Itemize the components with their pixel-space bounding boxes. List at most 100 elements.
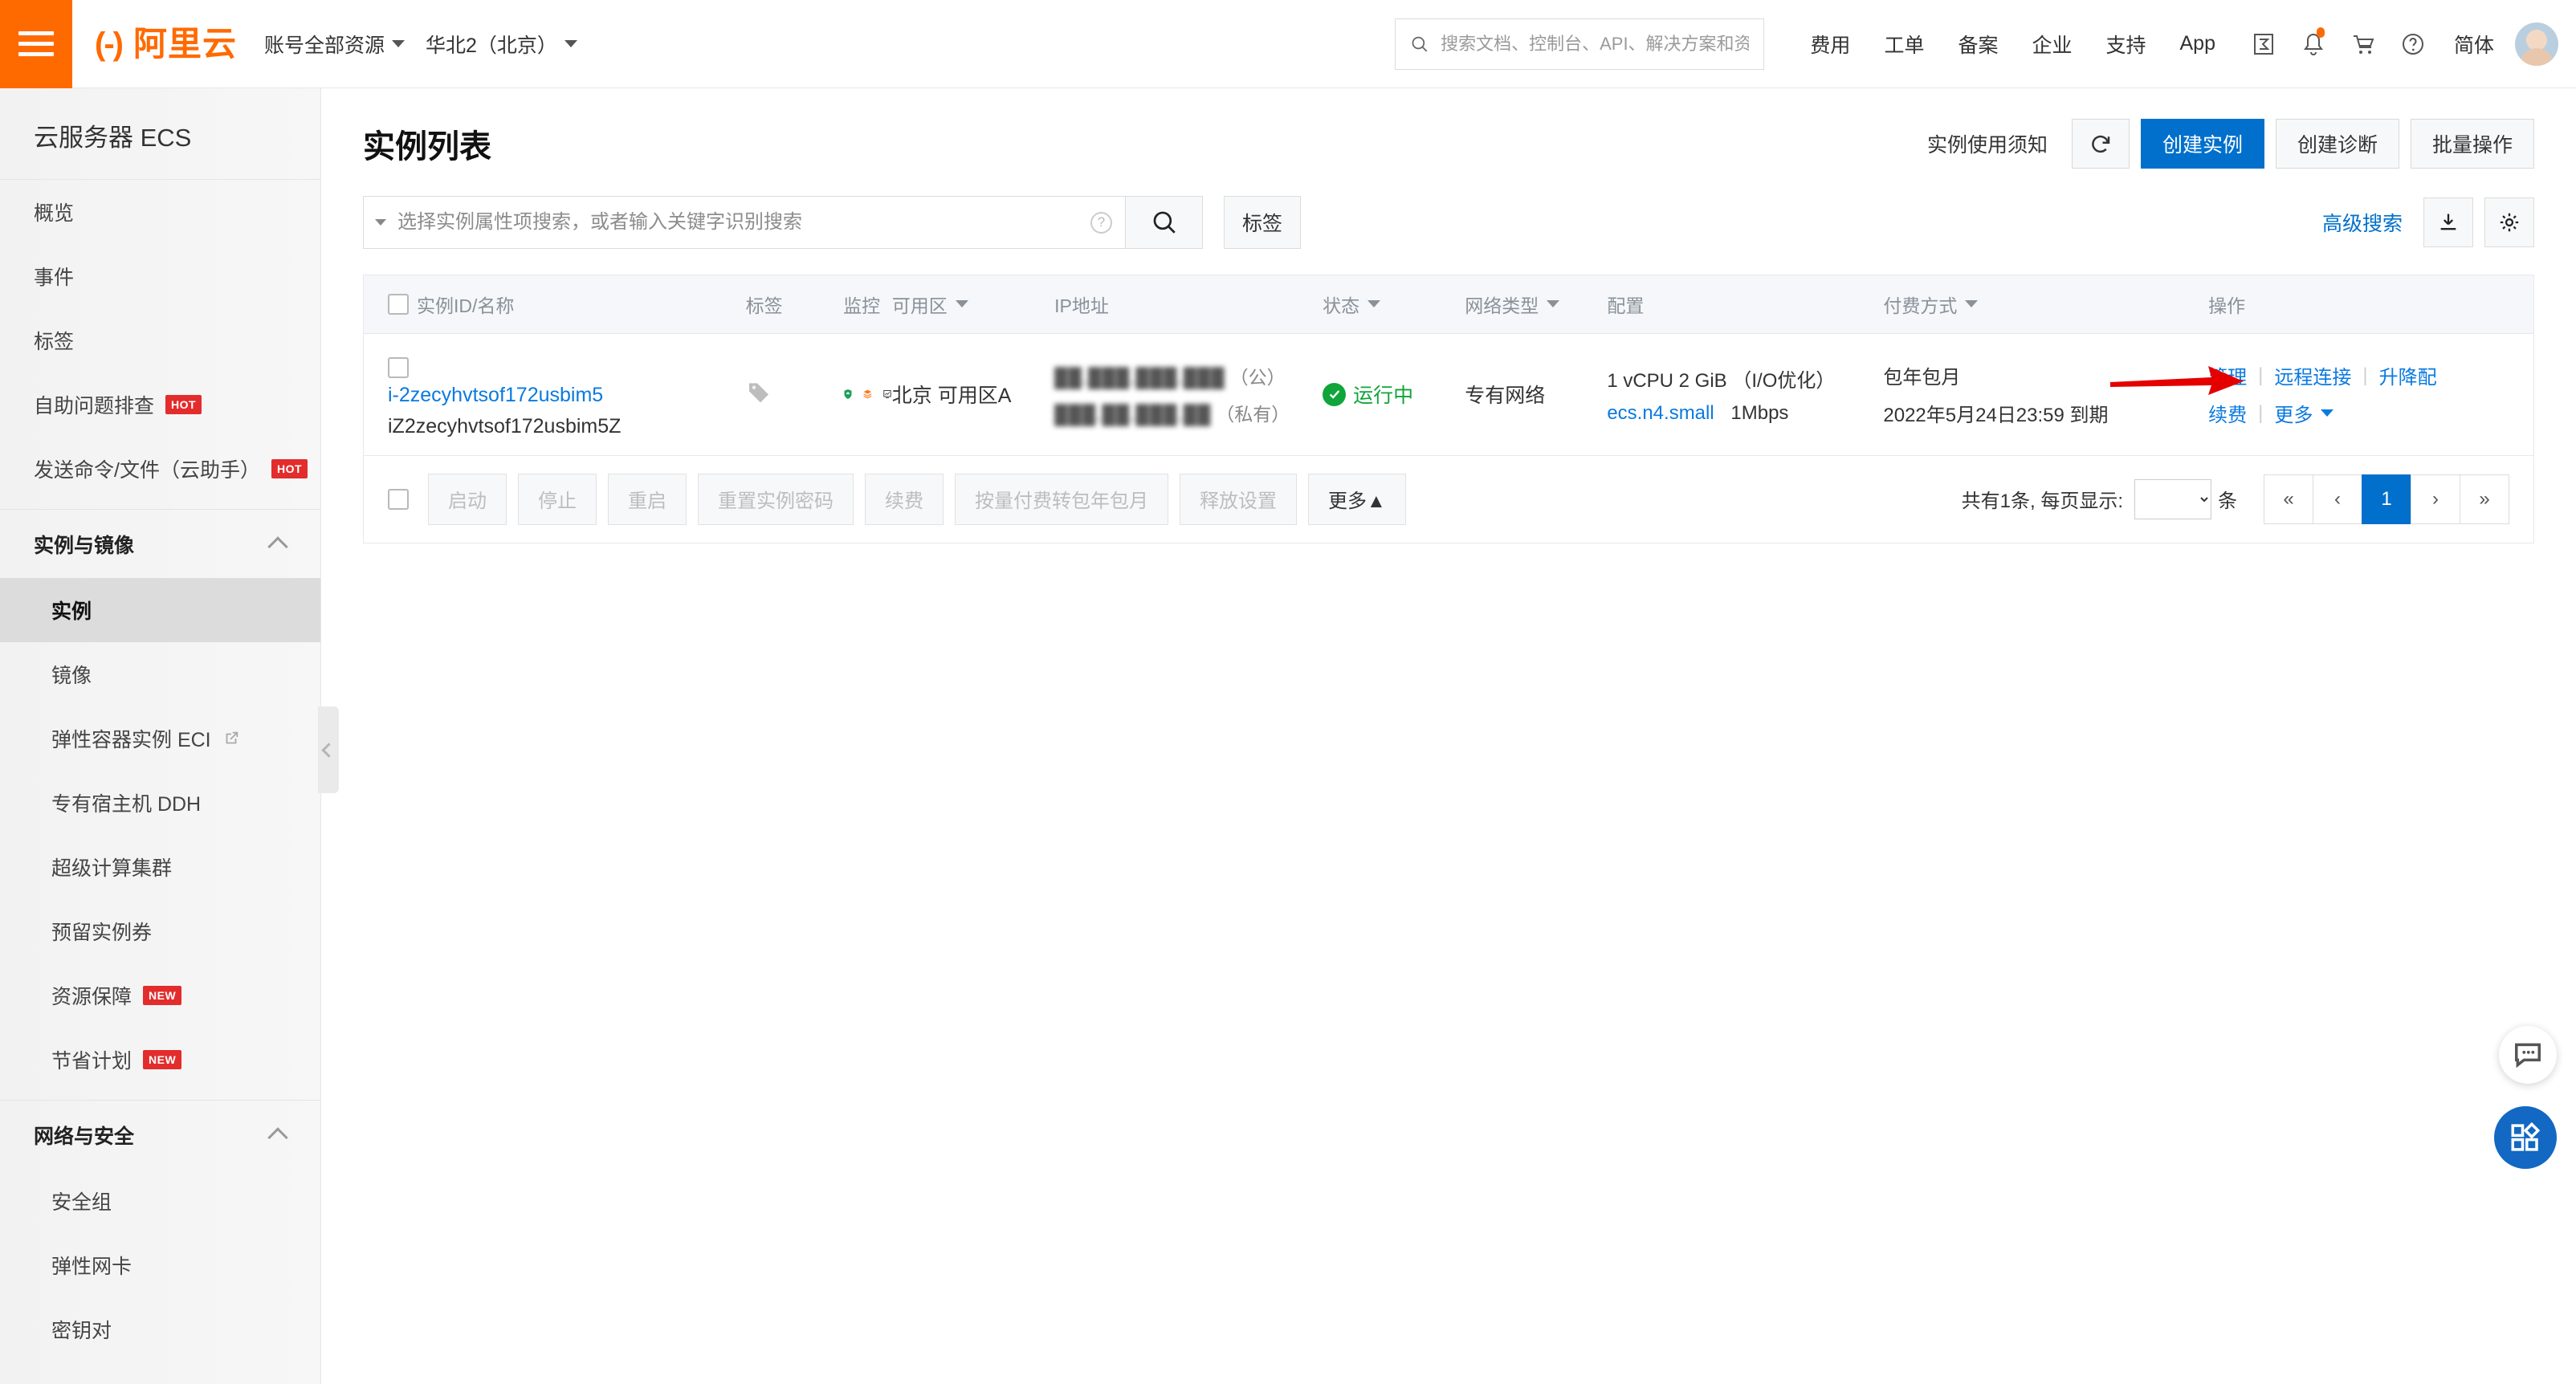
- tag-filter-button[interactable]: 标签: [1224, 196, 1301, 249]
- topbar-link-fees[interactable]: 费用: [1793, 30, 1867, 59]
- sidebar-item-reserved-instance[interactable]: 预留实例券: [0, 899, 320, 963]
- sidebar-item-resource-assurance[interactable]: 资源保障 NEW: [0, 963, 320, 1028]
- search-submit-button[interactable]: [1126, 196, 1203, 249]
- chevron-left-icon: [320, 742, 336, 758]
- avatar-head: [2526, 29, 2547, 51]
- shield-security-icon[interactable]: [843, 381, 853, 407]
- col-tags: 标签: [745, 275, 844, 334]
- help-button[interactable]: [2388, 19, 2438, 69]
- instance-type-link[interactable]: ecs.n4.small: [1607, 402, 1714, 424]
- remote-connect-link[interactable]: 远程连接: [2274, 361, 2351, 389]
- region-selector[interactable]: 华北2（北京）: [426, 30, 577, 59]
- topbar-link-support[interactable]: 支持: [2089, 30, 2162, 59]
- create-diagnosis-button[interactable]: 创建诊断: [2275, 119, 2399, 169]
- sidebar-item-scc[interactable]: 超级计算集群: [0, 835, 320, 899]
- global-search-input[interactable]: [1441, 33, 1750, 55]
- convert-to-subscription-button[interactable]: 按量付费转包年包月: [955, 473, 1168, 525]
- action-links-row1: 管理 | 远程连接 | 升降配: [2208, 361, 2533, 389]
- tag-icon[interactable]: [746, 379, 772, 405]
- instance-usage-notice-link[interactable]: 实例使用须知: [1927, 129, 2048, 158]
- sidebar-item-savings-plan[interactable]: 节省计划 NEW: [0, 1028, 320, 1092]
- sidebar-item-self-troubleshoot[interactable]: 自助问题排查 HOT: [0, 372, 320, 437]
- sidebar-item-ddh[interactable]: 专有宿主机 DDH: [0, 771, 320, 835]
- sidebar-collapse-handle[interactable]: [318, 706, 339, 793]
- expire-text: 2022年5月24日23:59 到期: [1883, 405, 2109, 426]
- topbar-link-app[interactable]: App: [2163, 32, 2232, 55]
- more-button[interactable]: 更多▲: [1308, 473, 1406, 525]
- renew-button[interactable]: 续费: [865, 473, 944, 525]
- sort-caret-icon[interactable]: [1367, 300, 1381, 308]
- select-all-checkbox[interactable]: [388, 293, 409, 315]
- create-instance-button[interactable]: 创建实例: [2140, 119, 2264, 169]
- row-checkbox[interactable]: [388, 356, 409, 378]
- chevron-up-icon: [267, 1127, 288, 1148]
- sidebar-group-network-security[interactable]: 网络与安全: [0, 1100, 320, 1169]
- stop-button[interactable]: 停止: [518, 473, 597, 525]
- hamburger-menu-button[interactable]: [0, 0, 72, 88]
- instance-search-input[interactable]: [397, 211, 1079, 234]
- chevron-down-icon[interactable]: [2321, 409, 2334, 417]
- sidebar-item-send-command[interactable]: 发送命令/文件（云助手） HOT: [0, 437, 320, 501]
- topbar-link-icp[interactable]: 备案: [1941, 30, 2015, 59]
- start-button[interactable]: 启动: [428, 473, 507, 525]
- annotation-arrow-icon: [2110, 366, 2244, 395]
- download-button[interactable]: [2423, 197, 2473, 247]
- cell-instance-id: i-2zecyhvtsof172usbim5 iZ2zecyhvtsof172u…: [364, 333, 746, 456]
- sidebar-item-tags[interactable]: 标签: [0, 308, 320, 372]
- column-label: 操作: [2208, 295, 2246, 316]
- restart-button[interactable]: 重启: [608, 473, 687, 525]
- sidebar-group-label: 网络与安全: [34, 1125, 135, 1148]
- upgrade-downgrade-link[interactable]: 升降配: [2379, 361, 2437, 389]
- stack-orange-icon[interactable]: [862, 381, 873, 407]
- sidebar-item-overview[interactable]: 概览: [0, 180, 320, 244]
- app-launcher-button[interactable]: [2494, 1106, 2557, 1169]
- advanced-search-link[interactable]: 高级搜索: [2322, 208, 2403, 237]
- pagination-page-1[interactable]: 1: [2362, 474, 2411, 524]
- avatar[interactable]: [2515, 22, 2558, 66]
- aliyun-logo[interactable]: (-) 阿里云: [95, 26, 237, 62]
- reset-password-button[interactable]: 重置实例密码: [698, 473, 854, 525]
- renew-link[interactable]: 续费: [2208, 399, 2247, 427]
- instance-search-box[interactable]: ?: [363, 196, 1126, 249]
- global-search-box[interactable]: [1395, 18, 1765, 70]
- pagination-next[interactable]: ›: [2411, 474, 2460, 524]
- sidebar-item-security-group[interactable]: 安全组: [0, 1169, 320, 1233]
- chevron-down-icon[interactable]: [375, 219, 386, 226]
- instance-id-link[interactable]: i-2zecyhvtsof172usbim5: [388, 384, 746, 407]
- chat-support-button[interactable]: [2499, 1026, 2557, 1084]
- sidebar-item-instances[interactable]: 实例: [0, 578, 320, 642]
- sort-caret-icon[interactable]: [1547, 300, 1560, 308]
- release-settings-button[interactable]: 释放设置: [1180, 473, 1297, 525]
- more-actions-link[interactable]: 更多: [2274, 399, 2313, 427]
- question-mark-icon[interactable]: ?: [1090, 211, 1112, 234]
- pagination-prev[interactable]: ‹: [2313, 474, 2362, 524]
- sort-caret-icon[interactable]: [955, 300, 968, 308]
- sidebar-item-eni[interactable]: 弹性网卡: [0, 1233, 320, 1297]
- topbar-link-tickets[interactable]: 工单: [1867, 30, 1941, 59]
- sort-caret-icon[interactable]: [1965, 300, 1979, 308]
- monitor-chart-icon[interactable]: [882, 382, 892, 406]
- notifications-button[interactable]: [2289, 19, 2338, 69]
- cart-icon: [2353, 35, 2374, 54]
- sidebar-group-instances-images[interactable]: 实例与镜像: [0, 509, 320, 578]
- language-switcher[interactable]: 简体: [2438, 30, 2510, 59]
- resource-scope-selector[interactable]: 账号全部资源: [264, 30, 405, 59]
- column-settings-button[interactable]: [2484, 197, 2534, 247]
- sidebar-item-key-pair[interactable]: 密钥对: [0, 1297, 320, 1362]
- batch-operation-button[interactable]: 批量操作: [2410, 119, 2534, 169]
- sidebar-item-images[interactable]: 镜像: [0, 642, 320, 706]
- aliyun-logo-mark: (-): [95, 26, 124, 62]
- pagination-last[interactable]: »: [2460, 474, 2509, 524]
- cell-actions: 管理 | 远程连接 | 升降配 续费 | 更多: [2208, 333, 2533, 456]
- console-sigma-button[interactable]: [2239, 19, 2289, 69]
- network-type-text: 专有网络: [1465, 385, 1546, 407]
- sidebar-item-eci[interactable]: 弹性容器实例 ECI: [0, 706, 320, 771]
- topbar-link-enterprise[interactable]: 企业: [2015, 30, 2089, 59]
- sidebar-group-label: 实例与镜像: [34, 534, 135, 557]
- page-size-select[interactable]: [2134, 478, 2211, 519]
- footer-select-all-checkbox[interactable]: [388, 488, 409, 510]
- sidebar-item-events[interactable]: 事件: [0, 244, 320, 308]
- cart-button[interactable]: [2338, 19, 2388, 69]
- refresh-button[interactable]: [2071, 119, 2130, 169]
- pagination-first[interactable]: «: [2264, 474, 2313, 524]
